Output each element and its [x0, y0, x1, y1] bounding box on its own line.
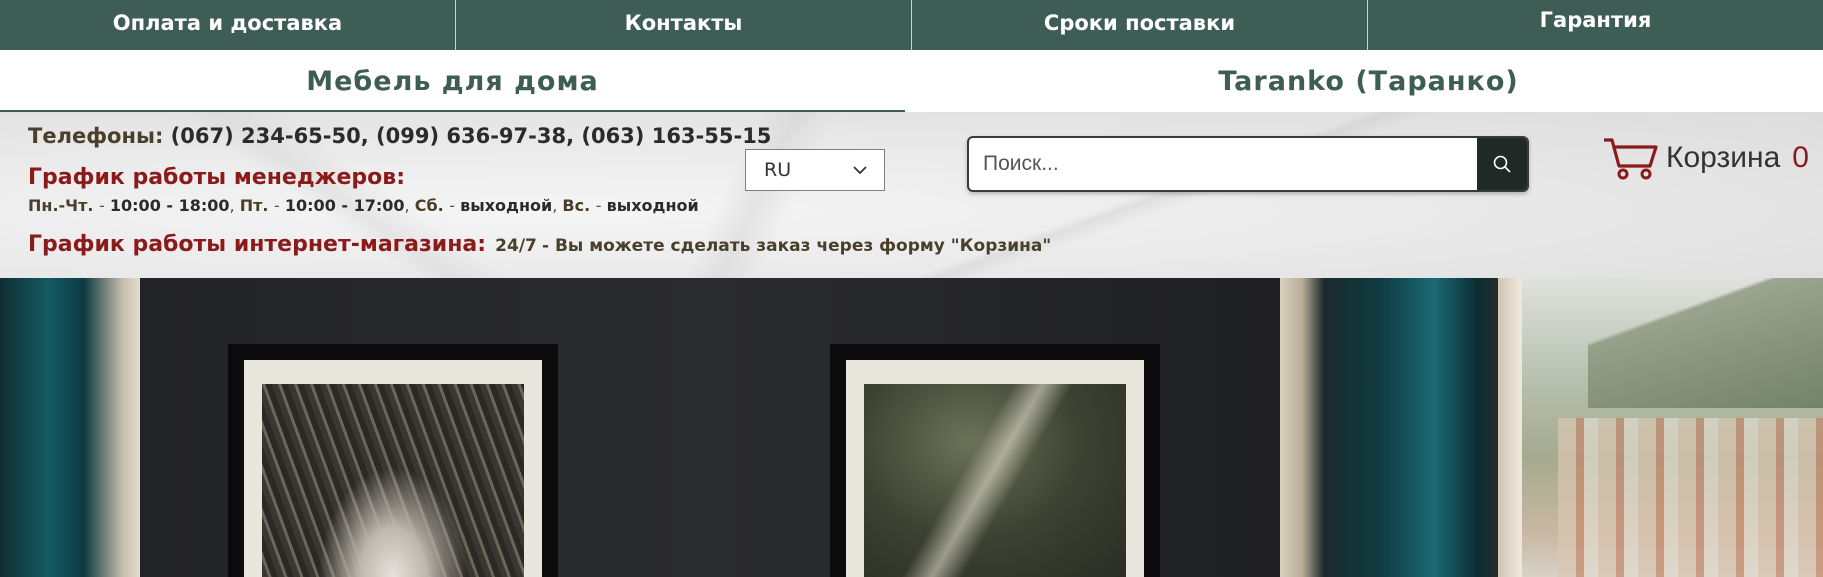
schedule-fri-label: Пт.	[239, 196, 269, 215]
hero-window-view	[1498, 278, 1823, 577]
search-icon	[1493, 155, 1511, 173]
cart-count: 0	[1792, 141, 1809, 174]
phones-label: Телефоны:	[28, 124, 164, 148]
hero-tree-alley-photo	[262, 384, 524, 577]
chevron-down-icon	[853, 166, 867, 175]
schedule-sat-hours: выходной	[460, 196, 553, 215]
managers-schedule: Пн.-Чт. - 10:00 - 18:00, Пт. - 10:00 - 1…	[28, 196, 699, 215]
page-title-brand: Taranko (Таранко)	[1218, 65, 1519, 97]
cart-button[interactable]: Корзина 0	[1602, 136, 1809, 180]
schedule-mon-thu-hours: 10:00 - 18:00	[109, 196, 230, 215]
hero-curtain-left	[0, 278, 140, 577]
schedule-fri-hours: 10:00 - 17:00	[284, 196, 405, 215]
search-input[interactable]	[969, 138, 1477, 190]
shop-schedule-line: График работы интернет-магазина: 24/7 - …	[28, 232, 1051, 257]
top-navigation: Оплата и доставка Контакты Сроки поставк…	[0, 0, 1823, 50]
hero-banner-image	[0, 278, 1823, 577]
phones-line: Телефоны: (067) 234-65-50, (099) 636-97-…	[28, 124, 771, 148]
schedule-sun-hours: выходной	[606, 196, 699, 215]
hero-curtain-right	[1280, 278, 1500, 577]
shop-note: - Вы можете сделать заказ через форму "К…	[541, 236, 1052, 256]
schedule-sat-label: Сб.	[414, 196, 444, 215]
title-band: Мебель для дома Taranko (Таранко)	[0, 50, 1823, 112]
language-selected: RU	[764, 159, 792, 181]
nav-item-warranty[interactable]: Гарантия	[1368, 0, 1823, 50]
nav-item-delivery-terms[interactable]: Сроки поставки	[912, 0, 1368, 50]
schedule-mon-thu-label: Пн.-Чт.	[28, 196, 94, 215]
cart-icon	[1604, 138, 1658, 180]
nav-item-contacts[interactable]: Контакты	[456, 0, 912, 50]
cart-label: Корзина	[1666, 141, 1781, 174]
info-band: Телефоны: (067) 234-65-50, (099) 636-97-…	[0, 112, 1823, 278]
search-button[interactable]	[1477, 138, 1527, 190]
nav-item-payment-delivery[interactable]: Оплата и доставка	[0, 0, 456, 50]
hero-picture-frame-1	[228, 344, 558, 577]
shop-schedule-title: График работы интернет-магазина:	[28, 232, 487, 257]
managers-schedule-title: График работы менеджеров:	[28, 165, 406, 190]
shop-hours: 24/7	[495, 236, 537, 256]
phones-numbers[interactable]: (067) 234-65-50, (099) 636-97-38, (063) …	[171, 124, 772, 148]
schedule-sun-label: Вс.	[562, 196, 591, 215]
search-box	[967, 136, 1529, 192]
language-select[interactable]: RU	[745, 149, 885, 191]
page-title-furniture: Мебель для дома	[306, 65, 599, 97]
hero-picture-frame-2	[830, 344, 1160, 577]
hero-forest-photo	[864, 384, 1126, 577]
